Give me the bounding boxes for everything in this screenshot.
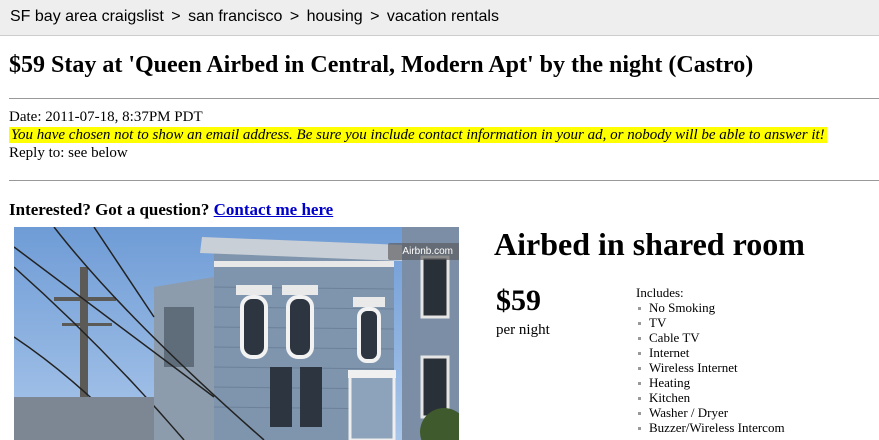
amenity-item: Internet [638, 345, 785, 360]
amenities-list: No Smoking TV Cable TV Internet Wireless… [636, 300, 785, 435]
breadcrumb-separator: > [171, 8, 181, 25]
bullet-icon [638, 367, 641, 370]
breadcrumb-sf-bay-area[interactable]: SF bay area craigslist [10, 8, 164, 25]
post-title: $59 Stay at 'Queen Airbed in Central, Mo… [9, 52, 754, 78]
amenity-item: Kitchen [638, 390, 785, 405]
bullet-icon [638, 352, 641, 355]
listing-heading: Airbed in shared room [494, 226, 805, 262]
bullet-icon [638, 427, 641, 430]
amenity-item: Washer / Dryer [638, 405, 785, 420]
amenity-label: Heating [649, 375, 691, 390]
breadcrumb: SF bay area craigslist > san francisco >… [0, 0, 879, 36]
post-meta: Date: 2011-07-18, 8:37PM PDT You have ch… [9, 108, 827, 162]
reply-to: Reply to: see below [9, 145, 128, 161]
amenity-item: TV [638, 315, 785, 330]
amenities-box: Includes: No Smoking TV Cable TV Interne… [636, 285, 785, 435]
listing-photo[interactable]: Airbnb.com [14, 227, 459, 440]
amenity-item: Wireless Internet [638, 360, 785, 375]
amenity-label: TV [649, 315, 667, 330]
includes-label: Includes: [636, 285, 684, 300]
amenity-label: Kitchen [649, 390, 691, 405]
question-text: Interested? Got a question? [9, 200, 210, 219]
amenity-label: No Smoking [649, 300, 716, 315]
bullet-icon [638, 412, 641, 415]
breadcrumb-separator: > [370, 8, 380, 25]
price-unit: per night [496, 322, 550, 338]
contact-question: Interested? Got a question? Contact me h… [9, 200, 333, 220]
airbnb-badge: Airbnb.com [388, 243, 459, 260]
amenity-label: Buzzer/Wireless Intercom [649, 420, 785, 435]
amenity-label: Wireless Internet [649, 360, 738, 375]
email-warning: You have chosen not to show an email add… [9, 127, 827, 143]
breadcrumb-san-francisco[interactable]: san francisco [188, 8, 282, 25]
divider [9, 180, 879, 181]
amenity-item: No Smoking [638, 300, 785, 315]
post-date: Date: 2011-07-18, 8:37PM PDT [9, 109, 203, 125]
bullet-icon [638, 322, 641, 325]
breadcrumb-vacation-rentals[interactable]: vacation rentals [387, 8, 499, 25]
amenity-item: Buzzer/Wireless Intercom [638, 420, 785, 435]
amenity-item: Heating [638, 375, 785, 390]
bullet-icon [638, 337, 641, 340]
contact-link[interactable]: Contact me here [214, 200, 334, 219]
bullet-icon [638, 397, 641, 400]
amenity-item: Cable TV [638, 330, 785, 345]
breadcrumb-separator: > [289, 8, 300, 25]
amenity-label: Washer / Dryer [649, 405, 729, 420]
amenity-label: Cable TV [649, 330, 700, 345]
divider [9, 98, 879, 99]
bullet-icon [638, 382, 641, 385]
breadcrumb-housing[interactable]: housing [307, 8, 363, 25]
bullet-icon [638, 307, 641, 310]
price: $59 [496, 284, 541, 317]
amenity-label: Internet [649, 345, 690, 360]
